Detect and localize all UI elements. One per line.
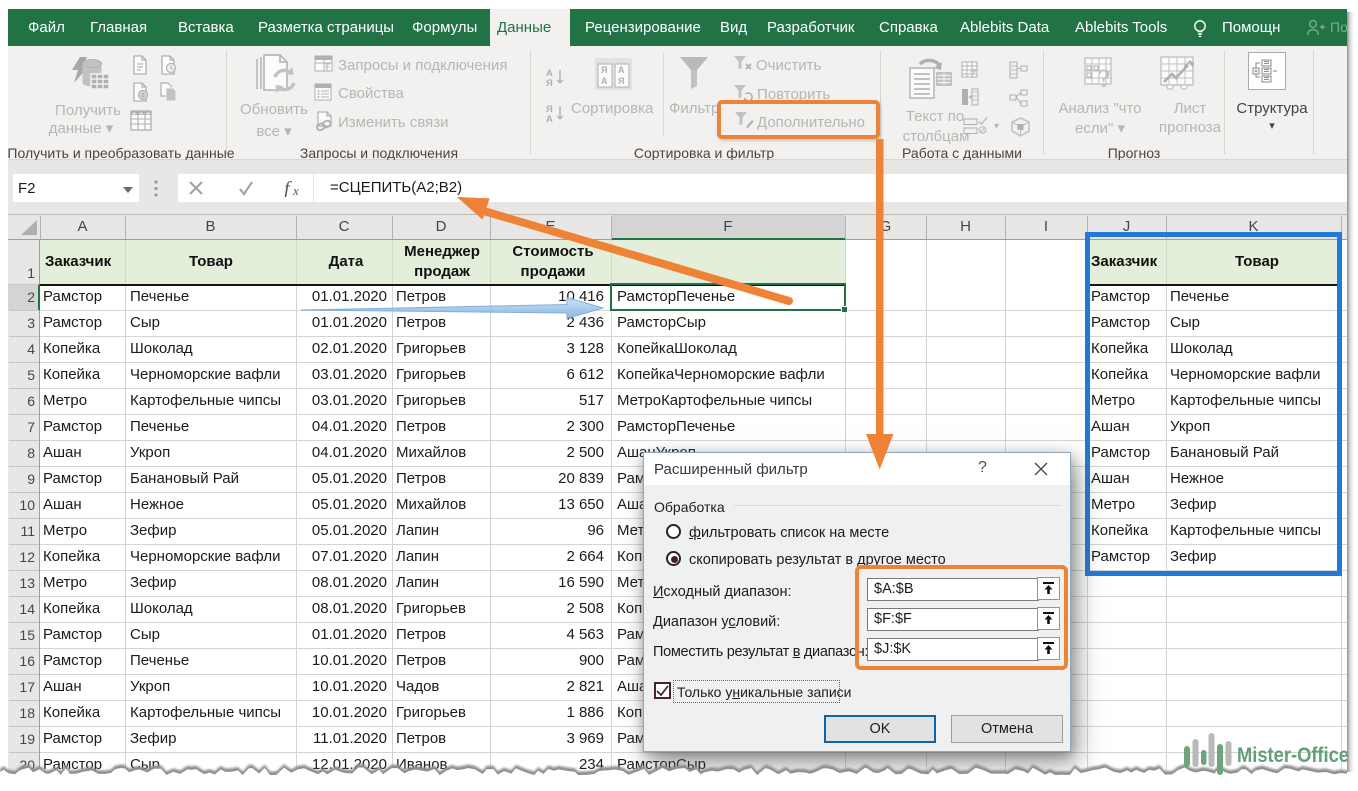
svg-text:f: f (284, 180, 292, 197)
svg-text:x: x (292, 183, 299, 197)
svg-text:Mister-Office: Mister-Office (1237, 744, 1349, 767)
svg-text:Я: Я (601, 65, 607, 75)
svg-text:?: ? (1098, 64, 1111, 91)
svg-text:Я: Я (618, 76, 624, 86)
svg-text:Я: Я (546, 78, 553, 88)
svg-text:А: А (618, 65, 625, 75)
svg-text:А: А (546, 114, 553, 124)
svg-text:А: А (601, 76, 608, 86)
